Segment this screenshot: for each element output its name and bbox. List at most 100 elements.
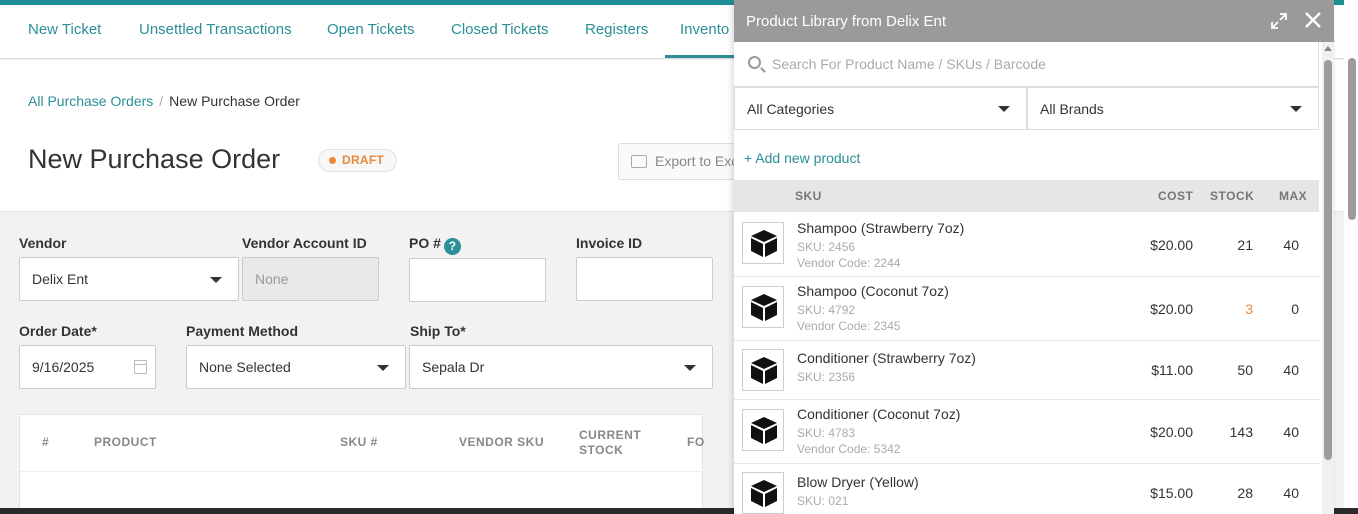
ship-to-value: Sepala Dr [422, 359, 485, 375]
payment-method-select[interactable]: None Selected [186, 345, 406, 389]
page-scrollbar[interactable] [1344, 0, 1358, 508]
column-header-stock: STOCK [1210, 189, 1255, 203]
scroll-up-arrow-icon[interactable] [1324, 46, 1332, 51]
ship-to-label: Ship To* [410, 323, 466, 339]
product-sku: SKU: 4783 [797, 426, 856, 440]
payment-method-value: None Selected [199, 359, 291, 375]
product-cost: $20.00 [1150, 237, 1193, 253]
nav-tab-open-tickets[interactable]: Open Tickets [327, 5, 415, 58]
product-max: 40 [1283, 485, 1299, 501]
invoice-id-input[interactable] [576, 257, 713, 301]
chevron-down-icon [1290, 106, 1302, 112]
panel-scrollbar[interactable] [1322, 42, 1334, 514]
panel-title: Product Library from Delix Ent [746, 13, 947, 30]
box-icon [751, 357, 777, 384]
breadcrumb-current: New Purchase Order [169, 93, 300, 109]
status-badge-label: DRAFT [342, 153, 385, 167]
chevron-down-icon [210, 277, 222, 283]
brand-filter-value: All Brands [1040, 101, 1104, 117]
column-header-sku[interactable]: SKU # [340, 435, 378, 450]
box-icon [751, 230, 777, 257]
column-header-fo[interactable]: FO [687, 435, 705, 450]
panel-header: Product Library from Delix Ent [734, 0, 1334, 42]
product-row[interactable]: Conditioner (Strawberry 7oz) SKU: 2356 $… [734, 341, 1319, 400]
page-title: New Purchase Order [28, 144, 281, 174]
vendor-label: Vendor [19, 235, 67, 251]
search-icon [748, 56, 761, 69]
nav-tab-inventory[interactable]: Invento [665, 5, 745, 58]
po-number-label-text: PO # [409, 235, 441, 251]
vendor-select[interactable]: Delix Ent [19, 257, 239, 301]
help-icon[interactable]: ? [443, 238, 461, 255]
product-row[interactable]: Blow Dryer (Yellow) SKU: 021 $15.00 28 4… [734, 464, 1319, 514]
calendar-icon[interactable] [134, 360, 147, 374]
product-search [734, 42, 1319, 87]
panel-scrollbar-thumb[interactable] [1324, 60, 1332, 460]
nav-tab-closed-tickets[interactable]: Closed Tickets [451, 5, 549, 58]
column-header-cost: COST [1158, 189, 1194, 203]
product-row[interactable]: Conditioner (Coconut 7oz) SKU: 4783 Vend… [734, 400, 1319, 464]
vendor-value: Delix Ent [32, 271, 89, 287]
product-cost: $20.00 [1150, 424, 1193, 440]
nav-tab-registers[interactable]: Registers [585, 5, 648, 58]
ship-to-select[interactable]: Sepala Dr [409, 345, 713, 389]
product-cost: $15.00 [1150, 485, 1193, 501]
column-header-max: MAX [1279, 189, 1308, 203]
product-sku: SKU: 021 [797, 494, 849, 508]
product-sku: SKU: 4792 [797, 303, 856, 317]
column-header-vendor-sku[interactable]: VENDOR SKU [459, 435, 544, 450]
product-thumbnail [742, 409, 784, 451]
po-number-input[interactable] [409, 258, 546, 302]
column-header-current-stock[interactable]: CURRENT STOCK [579, 428, 659, 458]
box-icon [751, 417, 777, 444]
box-icon [751, 294, 777, 321]
column-header-product[interactable]: PRODUCT [94, 435, 157, 450]
product-thumbnail [742, 222, 784, 264]
export-icon [631, 155, 647, 168]
product-stock-low: 3 [1245, 301, 1253, 317]
vendor-account-id-label: Vendor Account ID [242, 235, 367, 251]
product-thumbnail [742, 286, 784, 328]
product-name: Conditioner (Coconut 7oz) [797, 406, 961, 422]
category-filter-value: All Categories [747, 101, 835, 117]
add-new-product-link[interactable]: + Add new product [744, 150, 860, 166]
vendor-account-id-field: None [242, 257, 379, 301]
box-icon [751, 480, 777, 507]
breadcrumb-separator: / [159, 93, 164, 109]
order-date-input[interactable]: 9/16/2025 [19, 345, 156, 389]
breadcrumb-all-purchase-orders[interactable]: All Purchase Orders [28, 93, 153, 109]
status-badge: DRAFT [318, 149, 398, 172]
product-max: 0 [1291, 301, 1299, 317]
chevron-down-icon [684, 365, 696, 371]
expand-icon[interactable] [1270, 12, 1288, 30]
product-cost: $20.00 [1150, 301, 1193, 317]
page-scrollbar-thumb[interactable] [1348, 58, 1356, 220]
table-divider [20, 471, 704, 472]
product-thumbnail [742, 472, 784, 514]
product-vendor-code: Vendor Code: 2244 [797, 256, 901, 270]
product-name: Blow Dryer (Yellow) [797, 474, 919, 490]
invoice-id-label: Invoice ID [576, 235, 643, 251]
vendor-account-id-placeholder: None [255, 271, 289, 287]
product-name: Shampoo (Strawberry 7oz) [797, 220, 965, 236]
category-filter-select[interactable]: All Categories [734, 87, 1027, 130]
payment-method-label: Payment Method [186, 323, 299, 339]
status-dot-icon [329, 157, 336, 164]
product-row[interactable]: Shampoo (Coconut 7oz) SKU: 4792 Vendor C… [734, 277, 1319, 341]
product-list-header: SKU COST STOCK MAX [734, 180, 1319, 212]
product-stock: 21 [1237, 237, 1253, 253]
product-cost: $11.00 [1151, 362, 1193, 378]
brand-filter-select[interactable]: All Brands [1027, 87, 1319, 130]
product-vendor-code: Vendor Code: 5342 [797, 442, 901, 456]
product-row[interactable]: Shampoo (Strawberry 7oz) SKU: 2456 Vendo… [734, 212, 1319, 277]
order-date-label: Order Date* [19, 323, 97, 339]
close-icon[interactable] [1302, 9, 1324, 31]
column-header-sku: SKU [795, 189, 822, 203]
chevron-down-icon [377, 365, 389, 371]
product-search-input[interactable] [772, 54, 1302, 74]
nav-tab-new-ticket[interactable]: New Ticket [28, 5, 101, 58]
nav-tab-unsettled-transactions[interactable]: Unsettled Transactions [139, 5, 292, 58]
chevron-down-icon [998, 106, 1010, 112]
product-max: 40 [1283, 424, 1299, 440]
product-max: 40 [1283, 237, 1299, 253]
